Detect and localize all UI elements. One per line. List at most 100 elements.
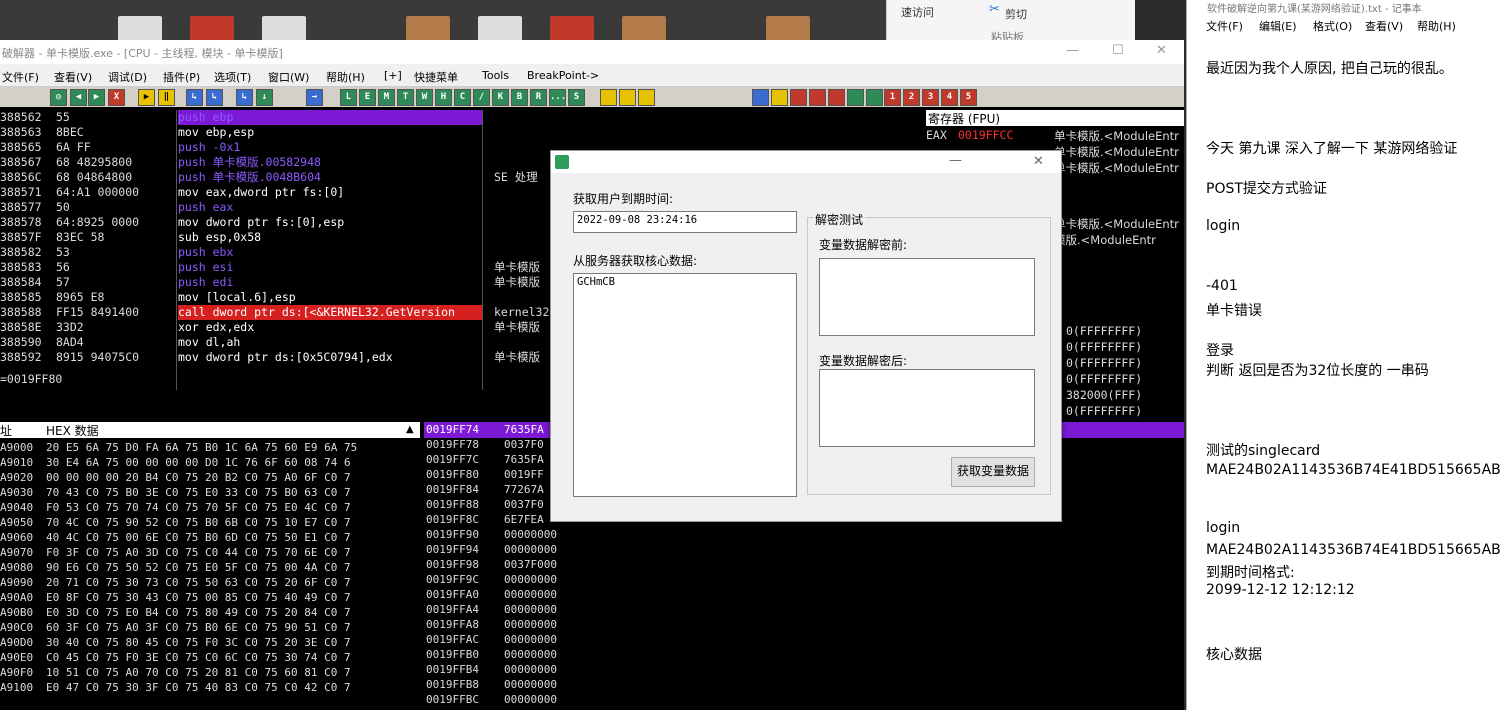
fetch-variable-button[interactable]: 获取变量数据: [951, 457, 1035, 487]
toolbar-button[interactable]: ↳: [236, 89, 253, 106]
hex-bytes: 20 E5 6A 75 D0 FA 6A 75 B0 1C 6A 75 60 E…: [46, 441, 358, 454]
toolbar-button[interactable]: ◀: [70, 89, 87, 106]
menu-item[interactable]: 调试(D): [108, 69, 147, 85]
before-decrypt-field[interactable]: [819, 258, 1035, 336]
menu-item[interactable]: Tools: [482, 69, 509, 82]
quick-access-label[interactable]: 速访问: [901, 4, 934, 20]
notepad-menu-item[interactable]: 编辑(E): [1259, 18, 1297, 34]
toolbar-button[interactable]: [600, 89, 617, 106]
cut-button[interactable]: 剪切: [1005, 6, 1027, 22]
breakpoint-button[interactable]: 3: [922, 89, 939, 106]
toolbar-letter-button[interactable]: /: [473, 89, 490, 106]
toolbar-letter-button[interactable]: C: [454, 89, 471, 106]
after-decrypt-field[interactable]: [819, 369, 1035, 447]
toolbar-letter-button[interactable]: L: [340, 89, 357, 106]
hex-address: A9060: [0, 531, 34, 544]
notepad-menu-item[interactable]: 帮助(H): [1417, 18, 1456, 34]
desktop-shortcut[interactable]: [118, 16, 162, 42]
plugin-button[interactable]: [828, 89, 845, 106]
toolbar-button[interactable]: ↓: [256, 89, 273, 106]
menu-item[interactable]: 窗口(W): [268, 69, 309, 85]
minimize-icon[interactable]: —: [1066, 43, 1079, 58]
toolbar-letter-button[interactable]: H: [435, 89, 452, 106]
plugin-button[interactable]: [752, 89, 769, 106]
toolbar-letter-button[interactable]: B: [511, 89, 528, 106]
toolbar-button[interactable]: →: [306, 89, 323, 106]
toolbar-letter-button[interactable]: M: [378, 89, 395, 106]
toolbar-letter-button[interactable]: W: [416, 89, 433, 106]
toolbar-button[interactable]: [638, 89, 655, 106]
plugin-button[interactable]: [790, 89, 807, 106]
notepad-line: POST提交方式验证: [1206, 181, 1327, 197]
disasm-row[interactable]: 388562 55 push ebp: [0, 110, 902, 125]
plugin-button[interactable]: [771, 89, 788, 106]
disasm-row[interactable]: 388563 8BEC mov ebp,esp: [0, 125, 902, 140]
expiry-field[interactable]: 2022-09-08 23:24:16: [573, 211, 797, 233]
toolbar-button[interactable]: ▶: [88, 89, 105, 106]
menu-item[interactable]: 插件(P): [163, 69, 200, 85]
breakpoint-button[interactable]: 4: [941, 89, 958, 106]
menu-item[interactable]: BreakPoint->: [527, 69, 599, 82]
desktop-shortcut[interactable]: [406, 16, 450, 42]
plugin-button[interactable]: [809, 89, 826, 106]
menu-item[interactable]: 查看(V): [54, 69, 92, 85]
toolbar-letter-button[interactable]: S: [568, 89, 585, 106]
toolbar-letter-button[interactable]: ...: [549, 89, 566, 106]
address: 38856C: [0, 170, 42, 184]
plugin-button[interactable]: [847, 89, 864, 106]
hex-bytes: 20 71 C0 75 30 73 C0 75 50 63 C0 75 20 6…: [46, 576, 351, 589]
hex-bytes: 40 4C C0 75 00 6E C0 75 B0 6D C0 75 50 E…: [46, 531, 351, 544]
status-line: =0019FF80: [0, 372, 63, 386]
plugin-button[interactable]: [866, 89, 883, 106]
hex-address: A9040: [0, 501, 34, 514]
hex-bytes: C0 45 C0 75 F0 3E C0 75 C0 6C C0 75 30 7…: [46, 651, 351, 664]
stack-address: 0019FFAC: [426, 633, 479, 646]
hex-address: A90A0: [0, 591, 34, 604]
toolbar-letter-button[interactable]: T: [397, 89, 414, 106]
stack-value: 7635FA: [504, 423, 544, 436]
notepad-line: MAE24B02A1143536B74E41BD515665AB: [1206, 542, 1501, 558]
register-flag-value: 0(FFFFFFFF): [1066, 340, 1143, 354]
breakpoint-button[interactable]: 1: [884, 89, 901, 106]
desktop-shortcut[interactable]: [622, 16, 666, 42]
menu-item[interactable]: 文件(F): [2, 69, 39, 85]
register-flag-value: 0(FFFFFFFF): [1066, 404, 1143, 418]
toolbar-letter-button[interactable]: E: [359, 89, 376, 106]
desktop-shortcut[interactable]: [478, 16, 522, 42]
close-icon[interactable]: ✕: [1033, 154, 1044, 169]
core-data-field[interactable]: GCHmCB: [573, 273, 797, 497]
menu-item[interactable]: 选项(T): [214, 69, 251, 85]
hex-address: A90D0: [0, 636, 34, 649]
minimize-icon[interactable]: —: [949, 153, 962, 168]
toolbar-button[interactable]: X: [108, 89, 125, 106]
toolbar-button[interactable]: ↳: [186, 89, 203, 106]
menu-item[interactable]: 帮助(H): [326, 69, 365, 85]
toolbar-letter-button[interactable]: K: [492, 89, 509, 106]
desktop-shortcut[interactable]: [262, 16, 306, 42]
toolbar-button[interactable]: ◎: [50, 89, 67, 106]
close-icon[interactable]: ✕: [1156, 43, 1167, 58]
hex-bytes: 30 E4 6A 75 00 00 00 00 D0 1C 76 6F 60 0…: [46, 456, 351, 469]
address: 388585: [0, 290, 42, 304]
breakpoint-button[interactable]: 5: [960, 89, 977, 106]
address-column-header: 址: [0, 424, 13, 438]
scroll-up-icon[interactable]: ▲: [406, 424, 414, 435]
hex-dump-pane[interactable]: 址 HEX 数据 ▲ A9000 20 E5 6A 75 D0 FA 6A 75 …: [0, 422, 420, 710]
desktop-shortcut[interactable]: [190, 16, 234, 42]
address: 38858E: [0, 320, 42, 334]
toolbar-button[interactable]: ↳: [206, 89, 223, 106]
toolbar-letter-button[interactable]: R: [530, 89, 547, 106]
notepad-menu-item[interactable]: 文件(F): [1206, 18, 1243, 34]
menu-item[interactable]: [+]: [384, 69, 402, 82]
toolbar-button[interactable]: ‖: [158, 89, 175, 106]
toolbar-button[interactable]: ▶: [138, 89, 155, 106]
desktop-shortcut[interactable]: [550, 16, 594, 42]
maximize-icon[interactable]: ☐: [1112, 43, 1124, 58]
menu-item[interactable]: 快捷菜单: [414, 69, 458, 85]
desktop-shortcut[interactable]: [766, 16, 810, 42]
notepad-menu-item[interactable]: 查看(V): [1365, 18, 1403, 34]
register-value[interactable]: 0019FFCC: [958, 128, 1013, 142]
breakpoint-button[interactable]: 2: [903, 89, 920, 106]
toolbar-button[interactable]: [619, 89, 636, 106]
notepad-menu-item[interactable]: 格式(O): [1313, 18, 1352, 34]
